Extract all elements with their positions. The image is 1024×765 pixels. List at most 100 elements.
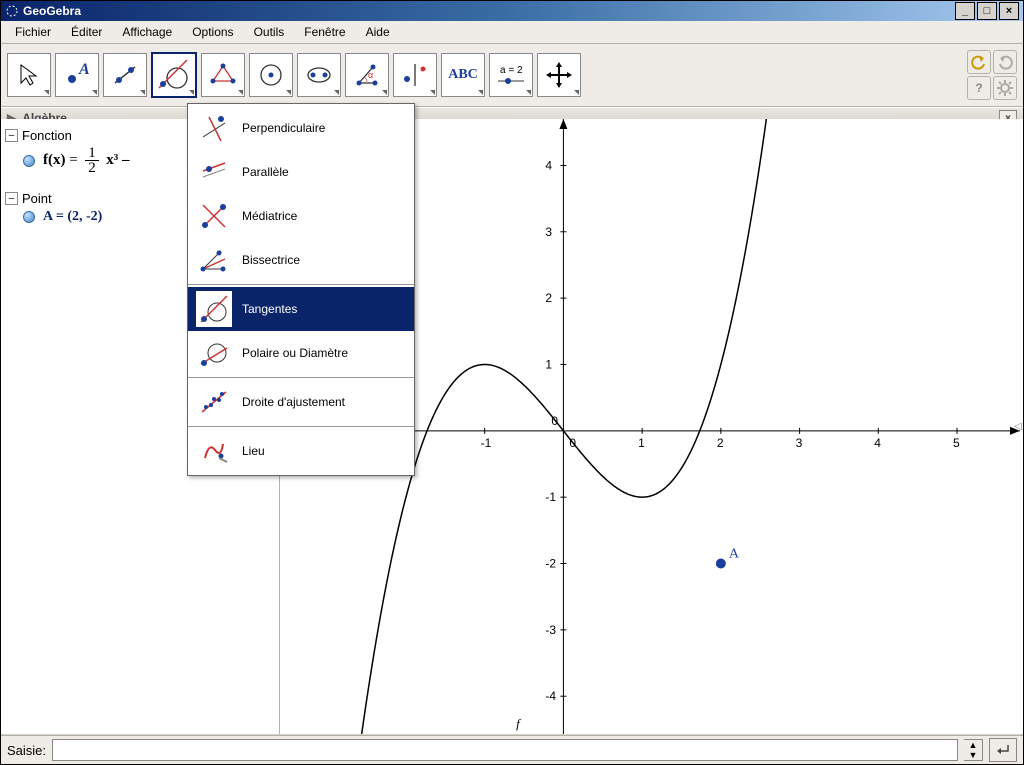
svg-text:1: 1	[638, 436, 645, 450]
svg-text:-4: -4	[545, 689, 556, 703]
fit-line-icon	[196, 384, 232, 420]
tool-dropdown-menu: Perpendiculaire Parallèle Médiatrice Bissec…	[187, 103, 415, 476]
menu-view[interactable]: Affichage	[114, 23, 180, 41]
tool-move[interactable]	[7, 53, 51, 97]
polygon-icon	[209, 61, 237, 89]
help-icon: ?	[975, 81, 982, 95]
svg-text:A: A	[78, 61, 90, 78]
minimize-button[interactable]: _	[955, 2, 975, 20]
polar-icon	[196, 335, 232, 371]
dropdown-item-tangent[interactable]: Tangentes	[188, 287, 414, 331]
pan-icon	[545, 61, 573, 89]
svg-text:3: 3	[545, 225, 552, 239]
tool-text[interactable]: ABC	[441, 53, 485, 97]
svg-text:A: A	[729, 547, 740, 562]
app-icon	[5, 4, 19, 18]
tool-special-line[interactable]	[151, 52, 197, 98]
menu-help[interactable]: Aide	[358, 23, 398, 41]
svg-text:2: 2	[717, 436, 724, 450]
redo-button[interactable]	[993, 50, 1017, 74]
visibility-toggle-icon[interactable]	[23, 211, 35, 223]
dropdown-item-locus[interactable]: Lieu	[188, 429, 414, 473]
side-expand-button[interactable]: ◁	[1013, 412, 1023, 442]
tree-label: Point	[22, 191, 52, 206]
dropdown-item-parallel[interactable]: Parallèle	[188, 150, 414, 194]
cursor-icon	[15, 61, 43, 89]
tangent-icon	[196, 291, 232, 327]
dropdown-item-label: Parallèle	[242, 165, 289, 179]
svg-text:5: 5	[953, 436, 960, 450]
tool-circle[interactable]	[249, 53, 293, 97]
menu-options[interactable]: Options	[184, 23, 241, 41]
svg-text:3: 3	[796, 436, 803, 450]
svg-text:α: α	[368, 70, 373, 80]
dropdown-item-label: Tangentes	[242, 302, 297, 316]
titlebar: GeoGebra _ □ ×	[1, 1, 1023, 21]
tool-line[interactable]	[103, 53, 147, 97]
help-button[interactable]: ?	[967, 76, 991, 100]
maximize-button[interactable]: □	[977, 2, 997, 20]
tool-polygon[interactable]	[201, 53, 245, 97]
tool-slider[interactable]: a = 2	[489, 53, 533, 97]
menu-file[interactable]: Fichier	[7, 23, 59, 41]
dropdown-item-label: Lieu	[242, 444, 265, 458]
dropdown-item-angle-bisector[interactable]: Bissectrice	[188, 238, 414, 282]
menubar: Fichier Éditer Affichage Options Outils …	[1, 21, 1023, 44]
settings-button[interactable]	[993, 76, 1017, 100]
circle-icon	[257, 61, 285, 89]
dropdown-item-perpendicular-bisector[interactable]: Médiatrice	[188, 194, 414, 238]
toolbar-right: ?	[967, 50, 1017, 100]
tool-angle[interactable]: α	[345, 53, 389, 97]
tool-transform[interactable]	[393, 53, 437, 97]
tangent-icon	[157, 58, 191, 92]
text-icon: ABC	[448, 67, 478, 83]
point-a-icon: A	[63, 61, 91, 89]
close-button[interactable]: ×	[999, 2, 1019, 20]
visibility-toggle-icon[interactable]	[23, 155, 35, 167]
svg-text:2: 2	[545, 291, 552, 305]
input-label: Saisie:	[7, 743, 46, 758]
gear-icon	[997, 80, 1013, 96]
svg-text:-1: -1	[545, 490, 556, 504]
command-input[interactable]	[52, 739, 958, 761]
parallel-icon	[196, 154, 232, 190]
tree-collapse-icon[interactable]: –	[5, 129, 18, 142]
menu-edit[interactable]: Éditer	[63, 23, 110, 41]
menu-tools[interactable]: Outils	[246, 23, 293, 41]
redo-icon	[997, 54, 1013, 70]
undo-button[interactable]	[967, 50, 991, 74]
dropdown-item-label: Polaire ou Diamètre	[242, 346, 348, 360]
input-bar: Saisie: ▲▼	[1, 735, 1023, 764]
ellipse-icon	[305, 61, 333, 89]
main-area: – Fonction f(x) = 12 x³ – – Point A = (2…	[1, 119, 1023, 734]
dropdown-item-label: Bissectrice	[242, 253, 300, 267]
tool-conic[interactable]	[297, 53, 341, 97]
point-expression: A = (2, -2)	[43, 209, 102, 225]
symbol-picker-button[interactable]: ▲▼	[964, 739, 983, 761]
input-submit-button[interactable]	[989, 738, 1017, 762]
perpendicular-icon	[196, 110, 232, 146]
perpendicular-bisector-icon	[196, 198, 232, 234]
angle-bisector-icon	[196, 242, 232, 278]
dropdown-item-polar[interactable]: Polaire ou Diamètre	[188, 331, 414, 375]
svg-text:4: 4	[545, 158, 552, 172]
tool-point[interactable]: A	[55, 53, 99, 97]
tool-move-view[interactable]	[537, 53, 581, 97]
slider-icon: a = 2	[494, 61, 528, 89]
app-title: GeoGebra	[23, 4, 81, 18]
dropdown-item-perpendicular[interactable]: Perpendiculaire	[188, 106, 414, 150]
reflect-icon	[401, 61, 429, 89]
undo-icon	[971, 54, 987, 70]
svg-text:a = 2: a = 2	[500, 65, 523, 76]
dropdown-item-fit-line[interactable]: Droite d'ajustement	[188, 380, 414, 424]
svg-text:f: f	[516, 716, 522, 731]
svg-text:-1: -1	[481, 436, 492, 450]
app-window: GeoGebra _ □ × Fichier Éditer Affichage …	[0, 0, 1024, 765]
enter-icon	[995, 743, 1011, 757]
dropdown-item-label: Droite d'ajustement	[242, 395, 345, 409]
menu-window[interactable]: Fenêtre	[296, 23, 353, 41]
angle-icon: α	[353, 61, 381, 89]
svg-text:4: 4	[874, 436, 881, 450]
line-icon	[111, 61, 139, 89]
tree-collapse-icon[interactable]: –	[5, 192, 18, 205]
